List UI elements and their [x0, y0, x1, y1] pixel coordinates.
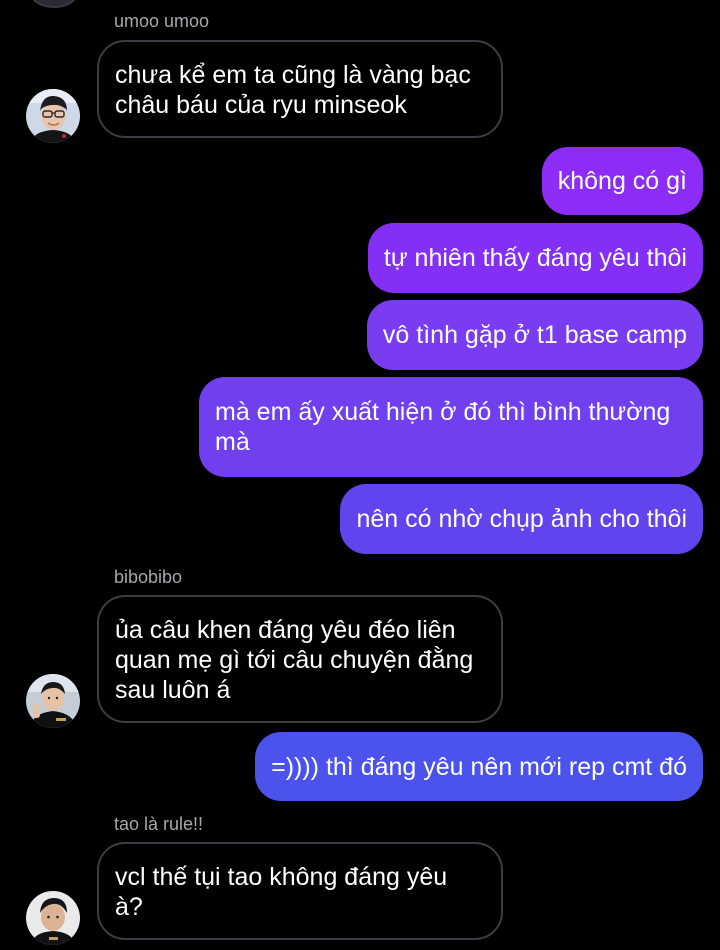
- avatar[interactable]: [26, 674, 80, 728]
- incoming-message-bubble[interactable]: vcl thế tụi tao không đáng yêu à?: [97, 842, 503, 940]
- previous-avatar: [30, 0, 78, 8]
- incoming-message-bubble[interactable]: ủa câu khen đáng yêu đéo liên quan mẹ gì…: [97, 595, 503, 723]
- avatar-icon: [26, 891, 80, 945]
- outgoing-message-bubble[interactable]: không có gì: [541, 147, 703, 215]
- avatar-icon: [26, 674, 80, 728]
- outgoing-message-bubble[interactable]: vô tình gặp ở t1 base camp: [366, 300, 703, 370]
- outgoing-message-bubble[interactable]: nên có nhờ chụp ảnh cho thôi: [340, 484, 703, 554]
- sender-name: bibobibo: [114, 567, 183, 587]
- avatar[interactable]: [26, 891, 80, 945]
- avatar-icon: [26, 89, 80, 143]
- incoming-message-bubble[interactable]: chưa kể em ta cũng là vàng bạc châu báu …: [97, 40, 503, 138]
- outgoing-message-bubble[interactable]: tự nhiên thấy đáng yêu thôi: [367, 223, 703, 293]
- sender-name: umoo umoo: [114, 11, 210, 31]
- outgoing-message-bubble[interactable]: mà em ấy xuất hiện ở đó thì bình thường …: [199, 377, 703, 477]
- avatar[interactable]: [26, 89, 80, 143]
- sender-name: tao là rule!!: [114, 814, 204, 834]
- outgoing-message-bubble[interactable]: =)))) thì đáng yêu nên mới rep cmt đó: [255, 732, 703, 801]
